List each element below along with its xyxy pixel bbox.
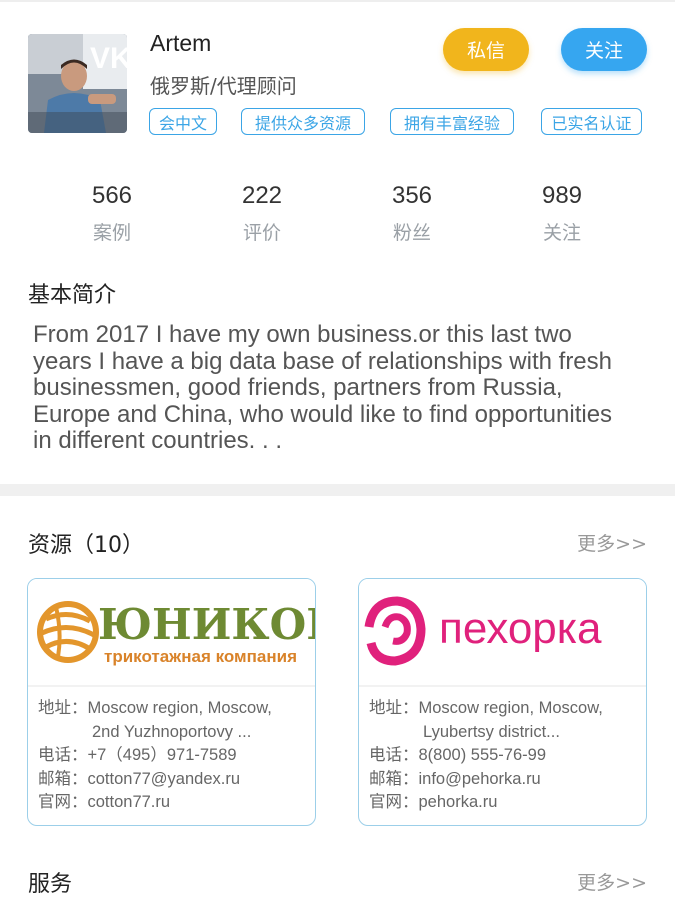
stat-label: 评价 bbox=[242, 222, 281, 244]
message-button[interactable]: 私信 bbox=[443, 28, 529, 71]
profile-tags: 会中文 提供众多资源 拥有丰富经验 已实名认证 bbox=[0, 108, 675, 136]
stat-value: 356 bbox=[391, 182, 433, 209]
yarn-ball-icon bbox=[37, 601, 99, 663]
card-address-line-2: 2nd Yuzhnoportovy ... bbox=[92, 722, 252, 741]
resource-card-unicor[interactable]: ЮНИКОР трикотажная компания 地址： Moscow re… bbox=[27, 578, 316, 826]
services-title: 服务 bbox=[28, 872, 73, 897]
card-email[interactable]: cotton77@yandex.ru bbox=[88, 768, 311, 792]
stat-label: 案例 bbox=[92, 222, 131, 244]
card-address: Moscow region, Moscow, bbox=[418, 699, 603, 717]
tag-many-resources: 提供众多资源 bbox=[241, 108, 365, 135]
card-address: Moscow region, Moscow, bbox=[87, 699, 272, 717]
stat-value: 989 bbox=[541, 182, 583, 209]
resources-more-link[interactable]: 更多>> bbox=[577, 529, 647, 556]
card-phone[interactable]: +7（495）971-7589 bbox=[88, 744, 311, 768]
profile-role: 俄罗斯/代理顾问 bbox=[150, 74, 297, 98]
stat-value: 222 bbox=[241, 182, 283, 209]
company-logo-pehorka: пехорка bbox=[359, 579, 646, 684]
resource-card-pehorka[interactable]: пехорка 地址： Moscow region, Moscow, Lyuber… bbox=[358, 578, 647, 826]
logo-line-1: ЮНИКОР bbox=[98, 600, 316, 649]
card-info: 地址： Moscow region, Moscow, 2nd Yuzhnoport… bbox=[38, 697, 310, 815]
tag-speaks-chinese: 会中文 bbox=[149, 108, 217, 135]
company-logo-unicor: ЮНИКОР трикотажная компания bbox=[28, 579, 315, 684]
stat-cases[interactable]: 566 案例 bbox=[62, 182, 162, 245]
top-border bbox=[0, 0, 675, 2]
card-website[interactable]: cotton77.ru bbox=[88, 791, 311, 815]
services-more-link[interactable]: 更多>> bbox=[577, 868, 647, 895]
stat-label: 关注 bbox=[542, 222, 581, 244]
stat-fans[interactable]: 356 粉丝 bbox=[362, 182, 462, 245]
logo-line-1: пехорка bbox=[439, 604, 602, 653]
intro-text: From 2017 I have my own business.or this… bbox=[33, 321, 613, 454]
follow-button[interactable]: 关注 bbox=[561, 28, 647, 71]
stat-following[interactable]: 989 关注 bbox=[512, 182, 612, 245]
profile-name: Artem bbox=[150, 30, 212, 56]
swirl-logo-icon bbox=[364, 596, 426, 666]
stat-value: 566 bbox=[91, 182, 133, 209]
card-info: 地址： Moscow region, Moscow, Lyubertsy dist… bbox=[369, 697, 641, 815]
tag-rich-experience: 拥有丰富经验 bbox=[390, 108, 514, 135]
svg-text:VK: VK bbox=[90, 42, 127, 75]
intro-title: 基本简介 bbox=[28, 283, 117, 308]
section-divider bbox=[0, 484, 675, 496]
stat-label: 粉丝 bbox=[392, 222, 431, 244]
card-phone[interactable]: 8(800) 555-76-99 bbox=[419, 744, 642, 768]
logo-line-2: трикотажная компания bbox=[104, 647, 297, 666]
stat-reviews[interactable]: 222 评价 bbox=[212, 182, 312, 245]
card-website[interactable]: pehorka.ru bbox=[419, 791, 642, 815]
resources-title: 资源（10） bbox=[28, 533, 144, 558]
tag-verified: 已实名认证 bbox=[541, 108, 642, 135]
card-address-line-2: Lyubertsy district... bbox=[423, 722, 560, 741]
card-email[interactable]: info@pehorka.ru bbox=[419, 768, 642, 792]
